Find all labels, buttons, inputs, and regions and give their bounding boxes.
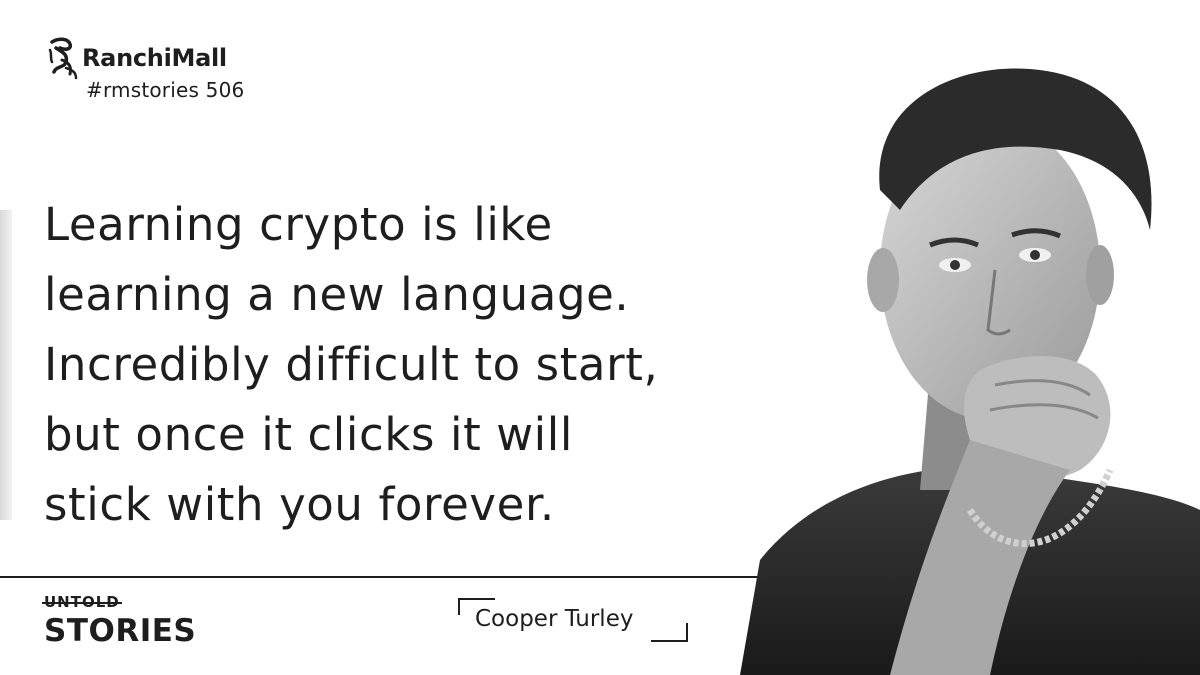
portrait-photo — [740, 68, 1200, 675]
author-tag: Cooper Turley — [455, 597, 695, 643]
ranchimall-logo: RanchiMall — [46, 36, 227, 80]
story-hashtag: #rmstories 506 — [86, 78, 245, 102]
side-panel — [0, 210, 12, 520]
brand-stories: STORIES — [44, 613, 197, 649]
horse-logo-icon — [48, 37, 78, 80]
logo-name: RanchiMall — [82, 44, 227, 72]
author-name: Cooper Turley — [475, 606, 634, 632]
untold-stories-brand: UNTOLD STORIES — [42, 592, 197, 649]
divider — [0, 576, 780, 578]
brand-untold: UNTOLD — [42, 593, 122, 611]
